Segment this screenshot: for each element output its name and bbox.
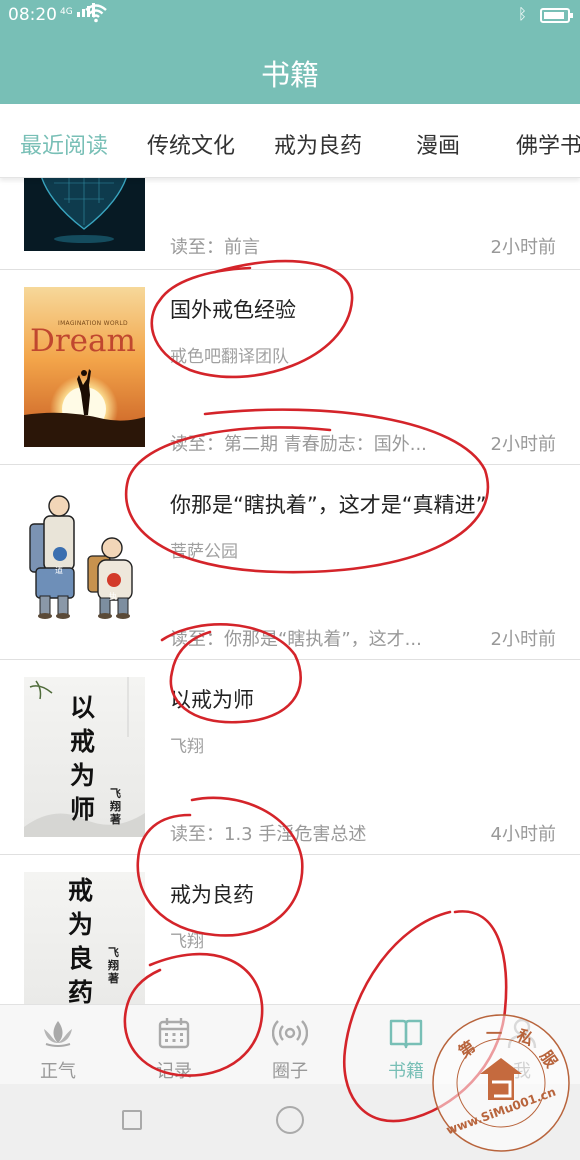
book-title: 你那是“瞎执着”，这才是“真精进” — [170, 493, 487, 517]
status-time: 08:20 — [8, 5, 57, 25]
page-title: 书籍 — [260, 58, 319, 92]
book-icon — [389, 1019, 423, 1049]
book-title: 以戒为师 — [170, 688, 254, 712]
nav-label: 记录 — [156, 1061, 192, 1082]
book-author: 菩萨公园 — [170, 542, 238, 562]
cover-author: 飞翔著 — [110, 787, 121, 826]
watermark-char: 一 — [486, 1024, 503, 1043]
nav-circle[interactable]: 圈子 — [232, 1005, 348, 1085]
book-row[interactable]: 读至：前言 2小时前 — [0, 178, 580, 270]
book-cover — [24, 178, 145, 251]
book-author: 戒色吧翻译团队 — [170, 347, 289, 367]
book-title: 戒为良药 — [170, 883, 254, 907]
book-cover: 以戒为师 飞翔著 — [24, 677, 145, 837]
network-type: 4G — [60, 7, 73, 17]
calendar-icon — [158, 1018, 190, 1049]
broadcast-icon — [272, 1020, 308, 1046]
tab-recent-reading[interactable]: 最近阅读 — [20, 128, 108, 160]
recent-apps-button[interactable] — [122, 1110, 142, 1130]
book-author: 飞翔 — [170, 737, 204, 757]
cover-badge: 执 — [109, 592, 117, 601]
book-cover: 道 执 — [24, 482, 145, 642]
nav-label: 圈子 — [272, 1061, 308, 1082]
cover-title: 以戒为师 — [70, 693, 96, 824]
nav-zhengqi[interactable]: 正气 — [0, 1005, 116, 1085]
cover-badge: 道 — [55, 566, 63, 575]
cover-word: Dream — [30, 323, 136, 359]
book-progress: 读至：前言 — [170, 237, 260, 258]
battery-icon — [540, 8, 573, 23]
book-progress: 读至：你那是“瞎执着”，这才... — [170, 629, 422, 650]
book-list: 读至：前言 2小时前 IMAGINATION WORLD Dream 国外戒色经… — [0, 178, 580, 1004]
book-row[interactable]: 戒为良药 飞翔著 戒为良药 飞翔 — [0, 855, 580, 1004]
wifi-icon — [85, 4, 107, 23]
book-time: 4小时前 — [490, 824, 556, 845]
nav-label: 正气 — [40, 1061, 76, 1082]
tab-bar: 最近阅读 传统文化 戒为良药 漫画 佛学书 — [0, 104, 580, 178]
bluetooth-icon: ᛒ — [518, 5, 528, 23]
tab-buddhist-books[interactable]: 佛学书 — [516, 128, 580, 160]
book-progress: 读至：1.3 手淫危害总述 — [170, 824, 367, 845]
book-title: 国外戒色经验 — [170, 298, 296, 322]
tab-comics[interactable]: 漫画 — [416, 128, 460, 160]
book-progress: 读至：第二期 青春励志：国外... — [170, 434, 427, 455]
book-row[interactable]: 道 执 你那是“瞎执着”，这才是“真精进” 菩萨公园 读至：你那是“瞎执着”，这… — [0, 465, 580, 660]
battery-fill — [544, 12, 564, 19]
cover-author: 飞翔著 — [108, 946, 119, 985]
book-time: 2小时前 — [490, 629, 556, 650]
tab-traditional-culture[interactable]: 传统文化 — [147, 128, 235, 160]
nav-records[interactable]: 记录 — [116, 1005, 232, 1085]
book-author: 飞翔 — [170, 932, 204, 952]
book-row[interactable]: IMAGINATION WORLD Dream 国外戒色经验 戒色吧翻译团队 读… — [0, 270, 580, 465]
book-time: 2小时前 — [490, 434, 556, 455]
watermark-seal: 第 一 私 服 www.SiMu001.cn — [430, 1012, 572, 1154]
status-bar: 08:20 4G ᛒ — [0, 0, 580, 32]
tab-jie-wei-liang-yao[interactable]: 戒为良药 — [274, 128, 362, 160]
cover-title: 戒为良药 — [68, 876, 94, 1004]
book-cover: 戒为良药 飞翔著 — [24, 872, 145, 1004]
book-cover: IMAGINATION WORLD Dream — [24, 287, 145, 447]
book-time: 2小时前 — [490, 237, 556, 258]
lotus-icon — [44, 1021, 72, 1047]
app-header: 08:20 4G ᛒ 书籍 — [0, 0, 580, 104]
home-button[interactable] — [276, 1106, 304, 1134]
book-row[interactable]: 以戒为师 飞翔著 以戒为师 飞翔 读至：1.3 手淫危害总述 4小时前 — [0, 660, 580, 855]
